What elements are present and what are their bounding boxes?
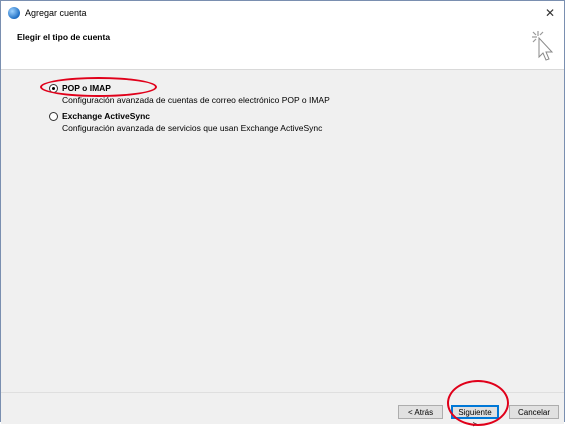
title-bar: Agregar cuenta ✕ (1, 1, 564, 25)
cursor-sparkle-icon (532, 31, 554, 61)
close-button[interactable]: ✕ (542, 5, 558, 21)
radio-pop-imap[interactable] (49, 84, 58, 93)
add-account-dialog: Agregar cuenta ✕ Elegir el tipo de cuent… (0, 0, 565, 429)
next-button[interactable]: Siguiente > (451, 405, 499, 429)
outlook-icon (8, 7, 20, 19)
radio-exchange-activesync[interactable] (49, 112, 58, 121)
wizard-footer: < Atrás Siguiente > Cancelar (1, 392, 564, 429)
page-title: Elegir el tipo de cuenta (17, 32, 111, 42)
option-description: Configuración avanzada de cuentas de cor… (62, 95, 330, 105)
option-label: Exchange ActiveSync (62, 111, 151, 121)
cancel-button[interactable]: Cancelar (509, 405, 559, 419)
wizard-header: Elegir el tipo de cuenta (1, 25, 564, 70)
option-description: Configuración avanzada de servicios que … (62, 123, 323, 133)
back-button[interactable]: < Atrás (398, 405, 443, 419)
window-title: Agregar cuenta (25, 8, 87, 18)
wizard-body: POP o IMAP Configuración avanzada de cue… (1, 70, 564, 392)
option-label: POP o IMAP (62, 83, 111, 93)
